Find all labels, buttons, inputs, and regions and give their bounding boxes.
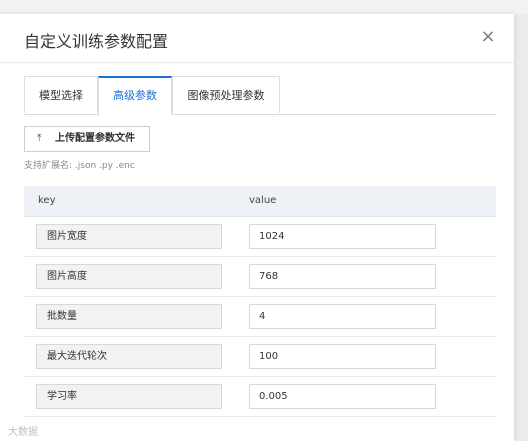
table-header: key value [24, 186, 496, 217]
param-value-input[interactable]: 0.005 [249, 384, 436, 409]
file-extension-hint: 支持扩展名: .json .py .enc [24, 161, 135, 171]
table-row: 图片高度 768 [24, 257, 496, 297]
column-header-key: key [38, 195, 56, 206]
param-key: 最大迭代轮次 [36, 344, 222, 369]
table-row: 最大迭代轮次 100 [24, 337, 496, 377]
table-row: 批数量 4 [24, 297, 496, 337]
param-value-input[interactable]: 1024 [249, 224, 436, 249]
table-row: 学习率 0.005 [24, 377, 496, 417]
tab-image-preprocess[interactable]: 图像预处理参数 [172, 76, 280, 113]
param-key: 图片宽度 [36, 224, 222, 249]
upload-config-button[interactable]: ⤒ 上传配置参数文件 [24, 126, 150, 152]
upload-icon: ⤒ [37, 133, 42, 144]
config-dialog: 自定义训练参数配置 × 模型选择 高级参数 图像预处理参数 ⤒ 上传配置参数文件… [0, 14, 514, 441]
upload-button-label: 上传配置参数文件 [55, 133, 135, 144]
params-table: key value 图片宽度 1024 图片高度 768 批数量 4 最大迭代轮… [24, 186, 496, 417]
watermark: 大数据 [8, 427, 38, 438]
close-icon[interactable]: × [476, 25, 500, 49]
param-key: 图片高度 [36, 264, 222, 289]
column-header-value: value [249, 195, 277, 206]
param-value-input[interactable]: 4 [249, 304, 436, 329]
tab-bar: 模型选择 高级参数 图像预处理参数 [24, 76, 496, 115]
param-key: 学习率 [36, 384, 222, 409]
dialog-header: 自定义训练参数配置 × [0, 14, 514, 63]
tab-advanced-params[interactable]: 高级参数 [98, 76, 172, 115]
page-background [0, 0, 528, 14]
table-row: 图片宽度 1024 [24, 217, 496, 257]
param-key: 批数量 [36, 304, 222, 329]
param-value-input[interactable]: 100 [249, 344, 436, 369]
param-value-input[interactable]: 768 [249, 264, 436, 289]
dialog-title: 自定义训练参数配置 [24, 32, 169, 51]
tab-model-select[interactable]: 模型选择 [24, 76, 98, 113]
